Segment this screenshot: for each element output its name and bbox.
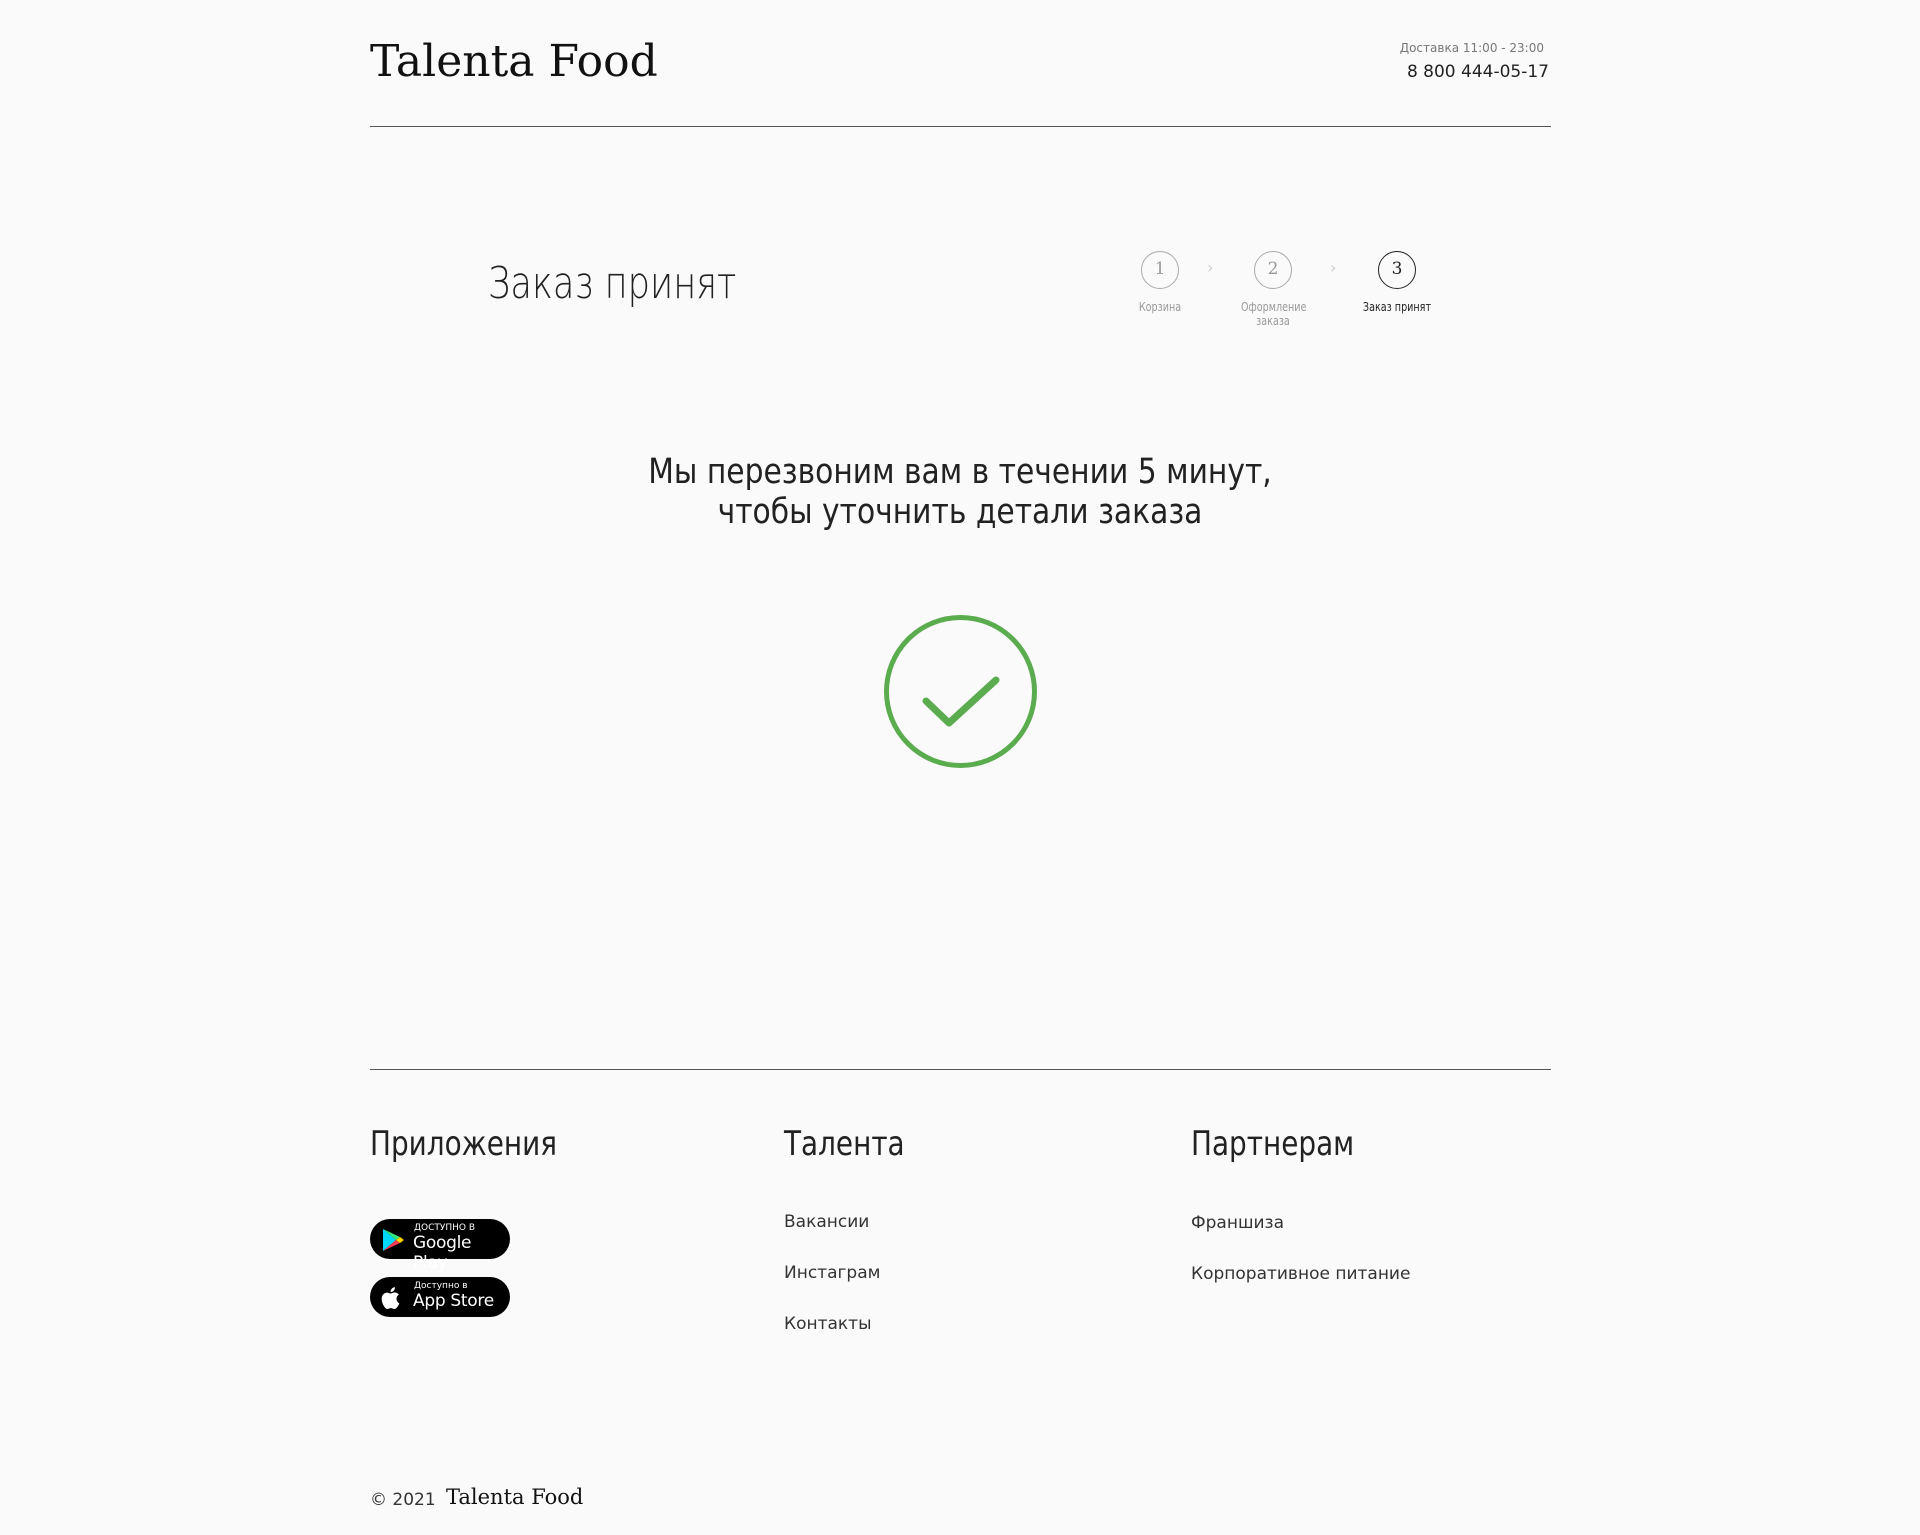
page-title: Заказ принят	[488, 258, 737, 309]
google-play-small: ДОСТУПНО В	[414, 1223, 476, 1233]
copyright: © 2021	[370, 1490, 436, 1510]
logo[interactable]: Talenta Food	[370, 36, 658, 87]
footer-logo[interactable]: Talenta Food	[446, 1485, 583, 1509]
footer-link-contacts[interactable]: Контакты	[784, 1314, 872, 1334]
phone-number[interactable]: 8 800 444-05-17	[1407, 62, 1549, 82]
footer-link-vacancies[interactable]: Вакансии	[784, 1212, 869, 1232]
success-check-icon	[884, 615, 1037, 768]
delivery-hours: Доставка 11:00 - 23:00	[1399, 41, 1544, 55]
app-store-small: Доступно в	[414, 1281, 468, 1291]
footer-talenta-title: Талента	[784, 1124, 905, 1164]
footer-divider	[370, 1069, 1551, 1070]
step-number: 3	[1378, 251, 1416, 289]
footer-link-instagram[interactable]: Инстаграм	[784, 1263, 880, 1283]
footer-partners-title: Партнерам	[1191, 1124, 1355, 1164]
step-number: 1	[1141, 251, 1179, 289]
google-play-button[interactable]: ДОСТУПНО В Google Play	[370, 1219, 510, 1273]
step-label: Оформление заказа	[1241, 300, 1307, 328]
google-play-icon	[383, 1229, 404, 1251]
app-store-label: App Store	[413, 1291, 494, 1311]
header-divider	[370, 126, 1551, 127]
step-label: Корзина	[1138, 300, 1182, 314]
footer-link-corporate-catering[interactable]: Корпоративное питание	[1191, 1264, 1410, 1284]
footer-apps-title: Приложения	[370, 1124, 558, 1164]
google-play-label: Google Play	[413, 1233, 472, 1273]
order-confirmation-page: Talenta Food Доставка 11:00 - 23:00 8 80…	[0, 0, 1920, 1535]
app-store-button[interactable]: Доступно в App Store	[370, 1277, 510, 1317]
step-label: Заказ принят	[1362, 300, 1432, 314]
apple-icon	[381, 1287, 400, 1309]
step-order-accepted: 3 Заказ принят	[1332, 251, 1462, 314]
step-cart[interactable]: 1 Корзина	[1095, 251, 1225, 314]
footer-link-franchise[interactable]: Франшиза	[1191, 1213, 1284, 1233]
confirmation-message: Мы перезвоним вам в течении 5 минут, что…	[648, 452, 1272, 532]
step-checkout[interactable]: 2 Оформление заказа	[1208, 251, 1338, 328]
step-number: 2	[1254, 251, 1292, 289]
